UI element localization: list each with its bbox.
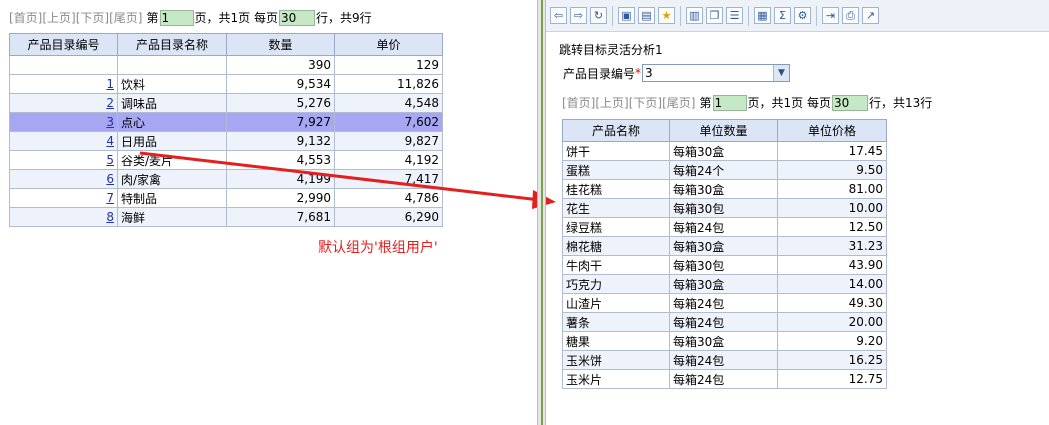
product-detail-table: 产品名称 单位数量 单位价格 饼干 每箱30盒 17.45 蛋糕 每箱24个 9.50 桂花… — [562, 119, 887, 389]
product-name-cell: 薯条 — [562, 312, 670, 332]
pager-page-suffix: 页，共1页 每页 — [747, 96, 831, 110]
arrow-right-icon[interactable]: ⇨ — [570, 7, 587, 24]
table-row: 糖果 每箱30盒 9.20 — [562, 331, 887, 351]
unit-quantity-cell: 每箱30包 — [669, 198, 778, 218]
unit-price-cell: 17.45 — [777, 141, 887, 161]
product-name-cell: 饼干 — [562, 141, 670, 161]
page-number-input[interactable]: 1 — [712, 94, 747, 111]
pager-page-prefix: 第 — [699, 96, 712, 110]
unit-price-cell: 16.25 — [777, 350, 887, 370]
product-name-cell: 糖果 — [562, 331, 670, 351]
filter-list-icon[interactable]: ☰ — [726, 7, 743, 24]
save-icon[interactable]: ▣ — [618, 7, 635, 24]
product-name-cell: 山渣片 — [562, 293, 670, 313]
unit-quantity-cell: 每箱24包 — [669, 350, 778, 370]
product-name-cell: 蛋糕 — [562, 160, 670, 180]
unit-price-cell: 12.50 — [777, 217, 887, 237]
page-size-input[interactable]: 30 — [831, 94, 868, 111]
product-name-cell: 玉米饼 — [562, 350, 670, 370]
link-icon[interactable]: ↗ — [862, 7, 879, 24]
unit-quantity-cell: 每箱24包 — [669, 293, 778, 313]
toolbar-separator — [748, 5, 749, 26]
pager-last-link[interactable]: [尾页] — [662, 94, 695, 111]
pager-prev-link[interactable]: [上页] — [595, 94, 628, 111]
required-mark: * — [635, 66, 642, 80]
sum-icon[interactable]: Σ — [774, 7, 791, 24]
toolbar-separator — [612, 5, 613, 26]
unit-price-cell: 43.90 — [777, 255, 887, 275]
table-row: 蛋糕 每箱24个 9.50 — [562, 160, 887, 180]
table-row: 花生 每箱30包 10.00 — [562, 198, 887, 218]
product-name-cell: 牛肉干 — [562, 255, 670, 275]
unit-price-cell: 9.20 — [777, 331, 887, 351]
panel-splitter[interactable] — [537, 0, 546, 425]
table-row: 绿豆糕 每箱24包 12.50 — [562, 217, 887, 237]
param-row: 产品目录编号 * 3 ▼ — [563, 64, 791, 82]
pager-size-suffix: 行，共13行 — [868, 96, 933, 110]
toolbar-separator — [680, 5, 681, 26]
product-name-cell: 玉米片 — [562, 369, 670, 389]
unit-price-cell: 10.00 — [777, 198, 887, 218]
table-header-row: 产品名称 单位数量 单位价格 — [562, 119, 887, 142]
select-value: 3 — [645, 66, 653, 80]
table-row: 桂花糕 每箱30盒 81.00 — [562, 179, 887, 199]
table-row: 玉米片 每箱24包 12.75 — [562, 369, 887, 389]
unit-price-cell: 31.23 — [777, 236, 887, 256]
window-icon[interactable]: ❐ — [706, 7, 723, 24]
table-row: 牛肉干 每箱30包 43.90 — [562, 255, 887, 275]
param-label: 产品目录编号 — [563, 66, 636, 81]
unit-price-cell: 9.50 — [777, 160, 887, 180]
unit-quantity-cell: 每箱30盒 — [669, 236, 778, 256]
unit-quantity-cell: 每箱24包 — [669, 312, 778, 332]
unit-quantity-cell: 每箱30盒 — [669, 274, 778, 294]
product-name-cell: 巧克力 — [562, 274, 670, 294]
refresh-icon[interactable]: ↻ — [590, 7, 607, 24]
column-header-unit-quantity[interactable]: 单位数量 — [669, 119, 778, 142]
unit-quantity-cell: 每箱30盒 — [669, 331, 778, 351]
chart-icon[interactable]: ▥ — [686, 7, 703, 24]
column-header-product-name[interactable]: 产品名称 — [562, 119, 670, 142]
table-row: 山渣片 每箱24包 49.30 — [562, 293, 887, 313]
chevron-down-icon[interactable]: ▼ — [773, 65, 790, 81]
product-name-cell: 棉花糖 — [562, 236, 670, 256]
unit-quantity-cell: 每箱30盒 — [669, 141, 778, 161]
unit-quantity-cell: 每箱24包 — [669, 217, 778, 237]
column-header-unit-price[interactable]: 单位价格 — [777, 119, 887, 142]
unit-price-cell: 12.75 — [777, 369, 887, 389]
param-icon[interactable]: ⚙ — [794, 7, 811, 24]
toolbar-separator — [816, 5, 817, 26]
unit-quantity-cell: 每箱30包 — [669, 255, 778, 275]
table-row: 饼干 每箱30盒 17.45 — [562, 141, 887, 161]
pager-first-link[interactable]: [首页] — [562, 94, 595, 111]
annotation-text: 默认组为'根组用户' — [318, 240, 438, 256]
unit-price-cell: 20.00 — [777, 312, 887, 332]
table-row: 薯条 每箱24包 20.00 — [562, 312, 887, 332]
export-icon[interactable]: ⇥ — [822, 7, 839, 24]
unit-quantity-cell: 每箱30盒 — [669, 179, 778, 199]
save-as-icon[interactable]: ▤ — [638, 7, 655, 24]
toolbar: ⇦ ⇨ ↻ ▣ ▤ ★ ▥ ❐ ☰ ▦ Σ ⚙ ⇥ ⎙ ↗ — [546, 0, 1049, 32]
unit-price-cell: 14.00 — [777, 274, 887, 294]
jump-arrow — [139, 151, 556, 209]
unit-quantity-cell: 每箱24个 — [669, 160, 778, 180]
splitter-grip[interactable] — [541, 0, 543, 425]
table-row: 棉花糖 每箱30盒 31.23 — [562, 236, 887, 256]
arrow-left-icon[interactable]: ⇦ — [550, 7, 567, 24]
table-row: 玉米饼 每箱24包 16.25 — [562, 350, 887, 370]
table-row: 巧克力 每箱30盒 14.00 — [562, 274, 887, 294]
drill-icon[interactable]: ▦ — [754, 7, 771, 24]
unit-price-cell: 81.00 — [777, 179, 887, 199]
unit-price-cell: 49.30 — [777, 293, 887, 313]
product-name-cell: 绿豆糕 — [562, 217, 670, 237]
pager-next-link[interactable]: [下页] — [629, 94, 662, 111]
favorite-star-icon[interactable]: ★ — [658, 7, 675, 24]
product-name-cell: 花生 — [562, 198, 670, 218]
print-icon[interactable]: ⎙ — [842, 7, 859, 24]
category-id-select[interactable]: 3 ▼ — [642, 64, 791, 82]
right-pager: [首页] [上页] [下页] [尾页] 第 1 页，共1页 每页 30 行，共1… — [562, 94, 932, 111]
product-name-cell: 桂花糕 — [562, 179, 670, 199]
arrow-line — [139, 151, 541, 202]
unit-quantity-cell: 每箱24包 — [669, 369, 778, 389]
panel-title: 跳转目标灵活分析1 — [559, 43, 663, 57]
